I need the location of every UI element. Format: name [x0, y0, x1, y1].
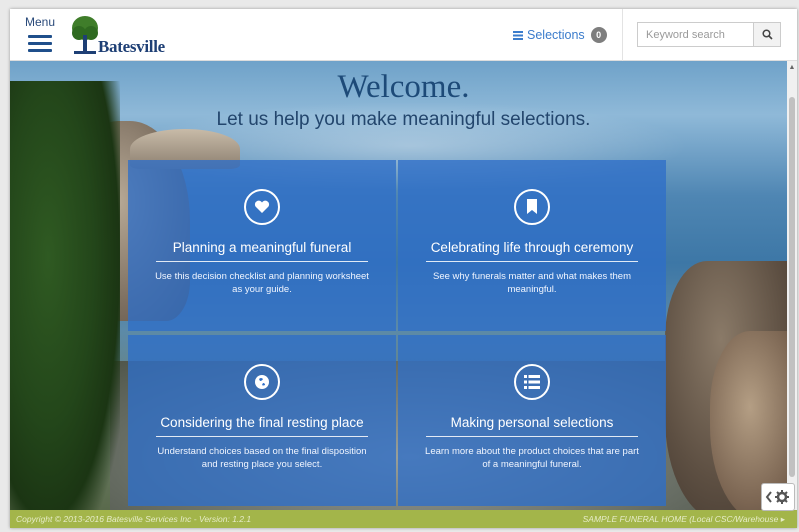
hamburger-icon — [28, 35, 52, 52]
tile-description: Learn more about the product choices tha… — [425, 446, 639, 470]
tile-planning[interactable]: Planning a meaningful funeral Use this d… — [128, 160, 396, 331]
welcome-subtitle: Let us help you make meaningful selectio… — [216, 109, 591, 130]
selections-link[interactable]: Selections 0 — [513, 27, 607, 43]
tile-divider — [426, 436, 638, 437]
tile-title: Making personal selections — [450, 415, 614, 430]
selections-label: Selections — [527, 28, 585, 42]
scroll-up-arrow[interactable]: ▲ — [787, 63, 797, 73]
copyright-text: Copyright © 2013-2016 Batesville Service… — [16, 514, 252, 524]
tile-celebrating[interactable]: Celebrating life through ceremony See wh… — [398, 160, 666, 331]
gear-icon — [765, 490, 789, 504]
tile-divider — [156, 261, 368, 262]
tile-divider — [426, 261, 638, 262]
top-header: Menu Batesville Selections 0 — [10, 9, 797, 61]
tile-title: Considering the final resting place — [160, 415, 364, 430]
selections-count-badge: 0 — [590, 27, 607, 43]
tile-personal-selections[interactable]: Making personal selections Learn more ab… — [398, 335, 666, 506]
globe-icon — [244, 364, 280, 400]
heart-icon — [244, 189, 280, 225]
list-icon — [514, 364, 550, 400]
topic-tiles: Planning a meaningful funeral Use this d… — [128, 160, 666, 508]
tile-description: See why funerals matter and what makes t… — [432, 271, 631, 295]
search-icon — [761, 29, 773, 40]
batesville-logo[interactable]: Batesville — [70, 15, 180, 56]
app-window: Menu Batesville Selections 0 Keyword sea… — [10, 9, 797, 528]
scrollbar-thumb[interactable] — [789, 97, 795, 477]
search-button[interactable] — [753, 22, 781, 47]
tile-description: Understand choices based on the final di… — [157, 446, 367, 470]
tree-logo-icon — [72, 16, 98, 54]
settings-toggle-button[interactable] — [761, 483, 795, 511]
tile-title: Planning a meaningful funeral — [172, 240, 352, 255]
footer-bar: Copyright © 2013-2016 Batesville Service… — [10, 510, 797, 528]
menu-button[interactable]: Menu — [24, 15, 56, 56]
header-divider — [622, 9, 623, 61]
tile-description: Use this decision checklist and planning… — [155, 271, 369, 295]
welcome-heading: Welcome. — [337, 69, 470, 105]
bookmark-icon — [514, 189, 550, 225]
tile-resting-place[interactable]: Considering the final resting place Unde… — [128, 335, 396, 506]
keyword-search-input[interactable] — [637, 22, 753, 47]
location-selector[interactable]: SAMPLE FUNERAL HOME (Local CSC/Warehouse… — [583, 514, 785, 525]
menu-label: Menu — [24, 15, 56, 29]
logo-wordmark: Batesville — [98, 37, 165, 56]
list-icon — [513, 30, 523, 40]
tile-title: Celebrating life through ceremony — [430, 240, 634, 255]
tile-divider — [156, 436, 368, 437]
hero-banner: Welcome. Let us help you make meaningful… — [10, 61, 797, 510]
